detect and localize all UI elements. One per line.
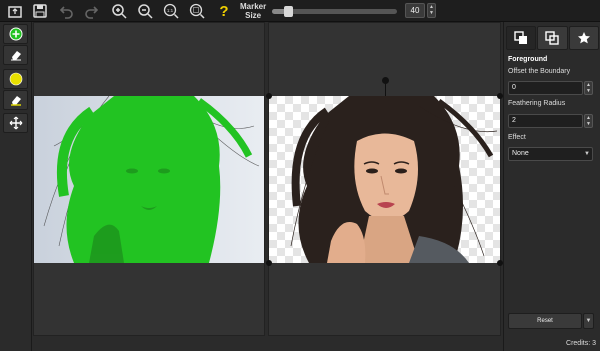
redo-icon[interactable] xyxy=(82,1,102,21)
offset-stepper[interactable]: ▲ ▼ xyxy=(584,81,593,95)
credits-label: Credits: 3 xyxy=(566,340,596,347)
undo-icon[interactable] xyxy=(56,1,76,21)
effect-label: Effect xyxy=(508,134,526,141)
eraser-icon xyxy=(10,51,21,61)
main-toolbar: 1:1 ? Marker Size 40 ▲ ▼ xyxy=(0,0,600,22)
foreground-tab-icon xyxy=(514,31,528,44)
zoom-in-icon[interactable] xyxy=(109,1,129,21)
add-foreground-icon xyxy=(9,27,22,41)
chevron-down-icon: ▼ xyxy=(584,151,590,157)
actual-size-icon[interactable]: 1:1 xyxy=(161,1,181,21)
panel-tabs xyxy=(506,26,599,50)
tab-effects[interactable] xyxy=(568,26,599,50)
effect-select-value: None xyxy=(512,150,529,157)
reset-dropdown-button[interactable]: ▼ xyxy=(583,313,594,329)
marker-size-stepper[interactable]: ▲ ▼ xyxy=(427,3,436,18)
zoom-out-icon[interactable] xyxy=(135,1,155,21)
move-button[interactable] xyxy=(3,113,28,133)
properties-panel: Foreground Offset the Boundary 0 ▲ ▼ Feat… xyxy=(503,22,600,351)
save-icon[interactable] xyxy=(30,1,50,21)
offset-input[interactable]: 0 xyxy=(508,81,583,95)
feather-stepper[interactable]: ▲ ▼ xyxy=(584,114,593,128)
marker-size-label: Marker Size xyxy=(240,2,267,20)
eraser-background-button[interactable] xyxy=(3,90,28,110)
source-photo xyxy=(34,96,264,263)
background-marker-button[interactable] xyxy=(3,69,28,89)
star-tab-icon xyxy=(577,32,590,44)
add-foreground-button[interactable] xyxy=(3,24,28,44)
offset-label: Offset the Boundary xyxy=(508,68,571,75)
background-marker-icon xyxy=(9,72,22,86)
marker-size-slider-thumb[interactable] xyxy=(284,6,294,17)
marker-size-slider[interactable] xyxy=(272,6,397,17)
feather-input[interactable]: 2 xyxy=(508,114,583,128)
reset-button[interactable]: Reset xyxy=(508,313,582,329)
left-toolbar xyxy=(0,22,32,351)
tab-foreground[interactable] xyxy=(506,26,537,50)
tab-copy[interactable] xyxy=(537,26,568,50)
feather-label: Feathering Radius xyxy=(508,100,566,107)
help-icon[interactable]: ? xyxy=(214,1,234,21)
eraser-background-icon xyxy=(10,96,21,106)
copy-tab-icon xyxy=(545,31,560,45)
fit-icon[interactable] xyxy=(187,1,207,21)
marker-size-input[interactable]: 40 xyxy=(405,3,425,18)
resize-handle-bottom-left[interactable] xyxy=(266,260,272,266)
eraser-button[interactable] xyxy=(3,45,28,65)
rotate-handle-line xyxy=(385,83,386,96)
effect-select[interactable]: None ▼ xyxy=(508,147,593,161)
section-title: Foreground xyxy=(508,56,548,63)
resize-handle-top-left[interactable] xyxy=(266,93,272,99)
svg-text:1:1: 1:1 xyxy=(167,8,174,13)
source-canvas[interactable] xyxy=(33,22,265,336)
move-icon xyxy=(9,116,22,130)
result-canvas[interactable] xyxy=(266,22,503,336)
result-photo xyxy=(269,96,500,263)
open-icon[interactable] xyxy=(5,1,25,21)
